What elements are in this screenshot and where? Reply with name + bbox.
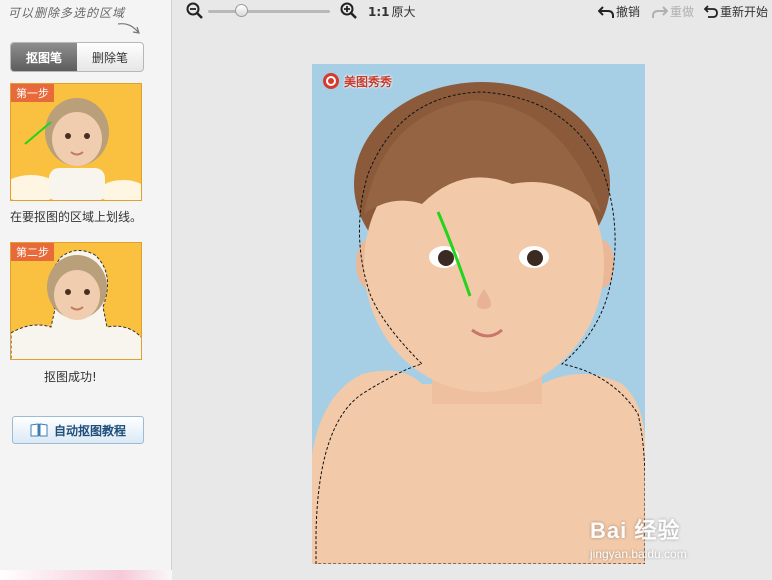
restart-button[interactable]: 重新开始 xyxy=(704,3,768,20)
step-two-thumbnail: 第二步 xyxy=(10,242,142,360)
tab-cutout-pen[interactable]: 抠图笔 xyxy=(11,43,77,71)
tab-delete-pen[interactable]: 删除笔 xyxy=(77,43,143,71)
undo-label: 撤销 xyxy=(616,5,641,19)
zoom-in-icon[interactable] xyxy=(340,2,358,20)
undo-icon xyxy=(598,5,614,18)
redo-icon xyxy=(652,5,668,18)
bottom-strip xyxy=(0,570,172,580)
step-two-badge: 第二步 xyxy=(11,243,54,261)
sidebar: 可以删除多选的区域 抠图笔 删除笔 第一步 在要抠图的区域上划线。 第二步 抠图… xyxy=(0,0,172,580)
zoom-slider[interactable] xyxy=(208,4,330,17)
app-logo: 美图秀秀 xyxy=(322,72,392,90)
photo-canvas[interactable]: 美图秀秀 xyxy=(312,64,645,564)
step-one-badge: 第一步 xyxy=(11,84,54,102)
baby-photo-image xyxy=(312,64,645,564)
zoom-out-icon[interactable] xyxy=(186,2,204,20)
restart-label: 重新开始 xyxy=(720,5,769,19)
redo-button[interactable]: 重做 xyxy=(652,3,694,20)
meitu-logo-icon xyxy=(323,73,339,89)
tutorial-button-label: 自动抠图教程 xyxy=(53,423,126,438)
watermark-sub: jingyan.baidu.com xyxy=(590,547,687,561)
zoom-slider-knob[interactable] xyxy=(235,4,248,17)
step-one-caption: 在要抠图的区域上划线。 xyxy=(10,210,143,224)
toolbar: 1:1 原大 撤销 重做 重新开始 xyxy=(172,0,772,24)
pen-tabs: 抠图笔 删除笔 xyxy=(10,42,144,72)
book-icon xyxy=(30,423,48,437)
auto-cutout-tutorial-button[interactable]: 自动抠图教程 xyxy=(12,416,144,444)
step-two-caption: 抠图成功! xyxy=(44,370,97,384)
hint-label: 可以删除多选的区域 xyxy=(8,6,126,20)
restart-icon xyxy=(704,4,718,18)
curved-arrow-icon xyxy=(117,23,140,34)
step-one-thumbnail: 第一步 xyxy=(10,83,142,201)
hint-text: 可以删除多选的区域 xyxy=(8,4,158,38)
original-size-label: 原大 xyxy=(391,5,416,19)
zoom-ratio-label: 1:1 xyxy=(368,4,390,19)
original-size-button[interactable]: 1:1 原大 xyxy=(368,3,416,20)
baidu-watermark: Bai 经验 jingyan.baidu.com xyxy=(590,513,687,561)
undo-button[interactable]: 撤销 xyxy=(598,3,640,20)
redo-label: 重做 xyxy=(670,5,695,19)
watermark-main: Bai 经验 xyxy=(590,518,681,543)
logo-text: 美图秀秀 xyxy=(344,74,393,89)
